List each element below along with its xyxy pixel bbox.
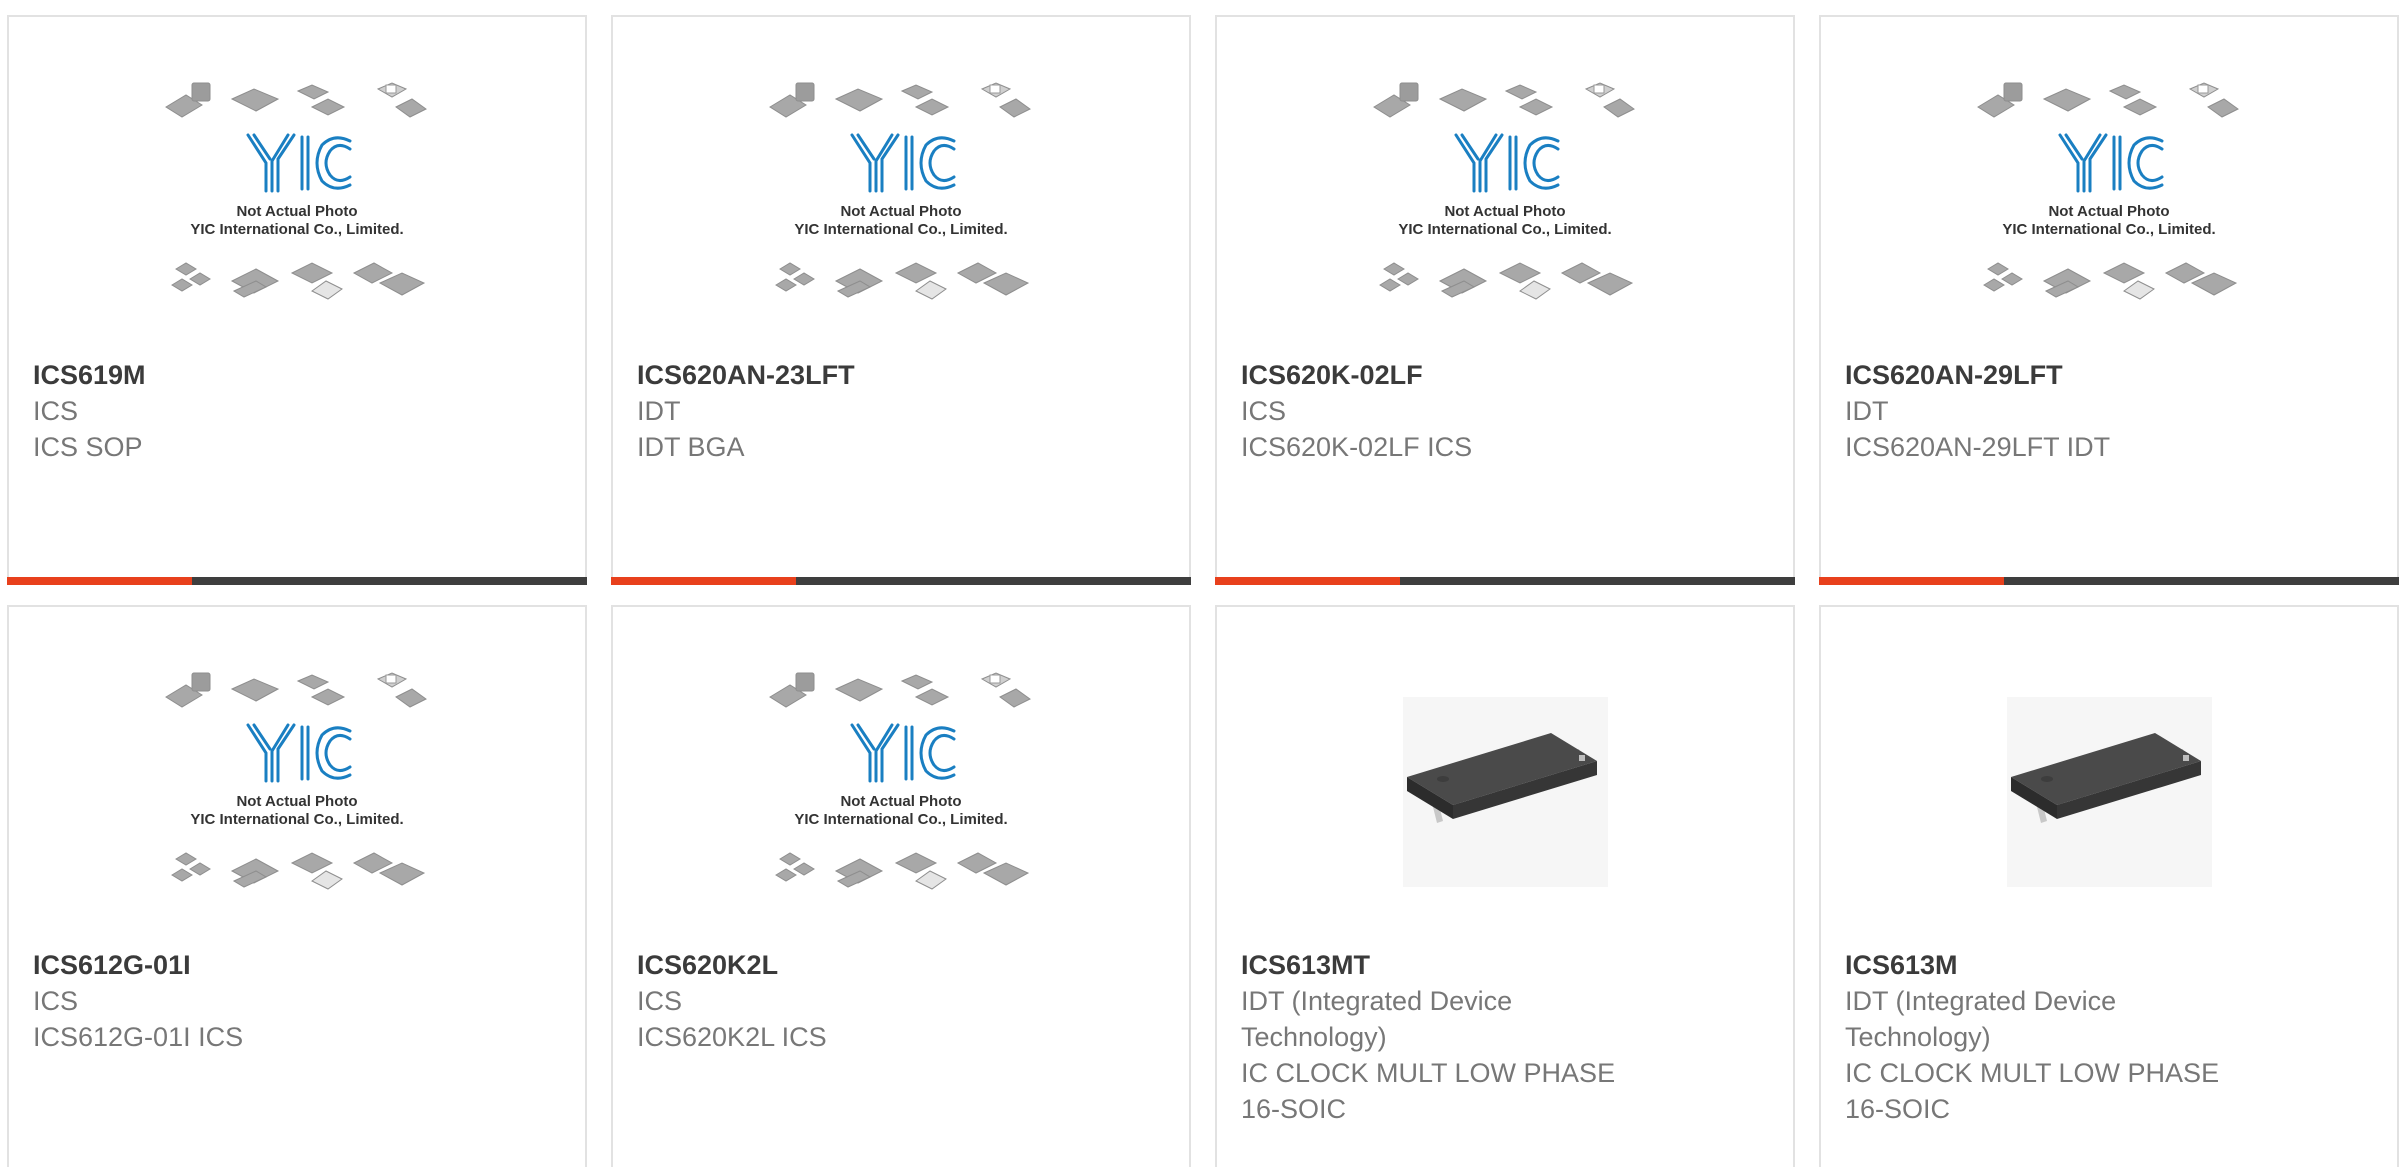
part-number-link[interactable]: ICS613MT: [1241, 947, 1661, 983]
product-card[interactable]: ICS613M IDT (Integrated Device Technology…: [1819, 605, 2399, 1167]
product-image[interactable]: Not Actual Photo YIC International Co., …: [613, 77, 1189, 347]
placeholder-caption-line2: YIC International Co., Limited.: [190, 811, 403, 828]
placeholder-caption-line2: YIC International Co., Limited.: [190, 221, 403, 238]
placeholder-caption-line2: YIC International Co., Limited.: [794, 221, 1007, 238]
product-image[interactable]: Not Actual Photo YIC International Co., …: [1217, 77, 1793, 347]
placeholder-image-icon: Not Actual Photo YIC International Co., …: [165, 82, 427, 300]
product-card[interactable]: Not Actual Photo YIC International Co., …: [611, 15, 1191, 585]
product-card[interactable]: Not Actual Photo YIC International Co., …: [611, 605, 1191, 1167]
product-card[interactable]: ICS613MT IDT (Integrated Device Technolog…: [1215, 605, 1795, 1167]
description: ICS620AN-29LFT IDT: [1845, 432, 2111, 462]
placeholder-caption-line2: YIC International Co., Limited.: [1398, 221, 1611, 238]
part-number-link[interactable]: ICS620K-02LF: [1241, 357, 1661, 393]
bar-rest: [1400, 577, 1795, 585]
card-accent-bar: [611, 577, 1191, 585]
product-card[interactable]: Not Actual Photo YIC International Co., …: [7, 605, 587, 1167]
product-card[interactable]: Not Actual Photo YIC International Co., …: [1819, 15, 2399, 585]
placeholder-caption-line1: Not Actual Photo: [236, 793, 357, 810]
placeholder-caption-line1: Not Actual Photo: [840, 793, 961, 810]
placeholder-caption-line1: Not Actual Photo: [840, 203, 961, 220]
product-info: ICS619M ICS ICS SOP: [33, 357, 453, 465]
part-number-link[interactable]: ICS620K2L: [637, 947, 1057, 983]
placeholder-caption-line1: Not Actual Photo: [2048, 203, 2169, 220]
product-info: ICS620AN-23LFT IDT IDT BGA: [637, 357, 1057, 465]
manufacturer: IDT: [637, 396, 681, 426]
card-accent-bar: [1819, 577, 2399, 585]
manufacturer: ICS: [1241, 396, 1287, 426]
placeholder-image-icon: Not Actual Photo YIC International Co., …: [1373, 82, 1635, 300]
placeholder-image-icon: Not Actual Photo YIC International Co., …: [769, 82, 1031, 300]
product-image[interactable]: Not Actual Photo YIC International Co., …: [613, 667, 1189, 937]
part-number-link[interactable]: ICS620AN-23LFT: [637, 357, 1057, 393]
product-image[interactable]: Not Actual Photo YIC International Co., …: [1821, 77, 2397, 347]
bar-accent: [1819, 577, 2004, 585]
product-image[interactable]: Not Actual Photo YIC International Co., …: [9, 667, 585, 937]
product-card[interactable]: Not Actual Photo YIC International Co., …: [1215, 15, 1795, 585]
manufacturer: ICS: [637, 986, 683, 1016]
manufacturer: IDT (Integrated Device Technology): [1241, 986, 1513, 1052]
bar-accent: [7, 577, 192, 585]
description: IDT BGA: [637, 432, 745, 462]
product-info: ICS613M IDT (Integrated Device Technology…: [1845, 947, 2265, 1127]
placeholder-image-icon: Not Actual Photo YIC International Co., …: [1977, 82, 2239, 300]
manufacturer: ICS: [33, 986, 79, 1016]
bar-accent: [611, 577, 796, 585]
placeholder-caption-line2: YIC International Co., Limited.: [2002, 221, 2215, 238]
part-number-link[interactable]: ICS613M: [1845, 947, 2265, 983]
placeholder-caption-line2: YIC International Co., Limited.: [794, 811, 1007, 828]
product-info: ICS620K-02LF ICS ICS620K-02LF ICS: [1241, 357, 1661, 465]
manufacturer: IDT: [1845, 396, 1889, 426]
soic-chip-image-icon: [2006, 697, 2212, 887]
bar-rest: [796, 577, 1191, 585]
part-number-link[interactable]: ICS612G-01I: [33, 947, 453, 983]
placeholder-image-icon: Not Actual Photo YIC International Co., …: [165, 672, 427, 890]
description: ICS620K2L ICS: [637, 1022, 827, 1052]
product-info: ICS620AN-29LFT IDT ICS620AN-29LFT IDT: [1845, 357, 2265, 465]
card-accent-bar: [7, 577, 587, 585]
description: ICS620K-02LF ICS: [1241, 432, 1473, 462]
card-accent-bar: [1215, 577, 1795, 585]
placeholder-image-icon: Not Actual Photo YIC International Co., …: [769, 672, 1031, 890]
product-card[interactable]: Not Actual Photo YIC International Co., …: [7, 15, 587, 585]
product-image[interactable]: [1217, 667, 1793, 937]
product-grid: Not Actual Photo YIC International Co., …: [0, 0, 2400, 1167]
placeholder-caption-line1: Not Actual Photo: [236, 203, 357, 220]
product-info: ICS612G-01I ICS ICS612G-01I ICS: [33, 947, 453, 1055]
description: ICS612G-01I ICS: [33, 1022, 244, 1052]
description: ICS SOP: [33, 432, 143, 462]
part-number-link[interactable]: ICS620AN-29LFT: [1845, 357, 2265, 393]
product-image[interactable]: Not Actual Photo YIC International Co., …: [9, 77, 585, 347]
placeholder-caption-line1: Not Actual Photo: [1444, 203, 1565, 220]
manufacturer: IDT (Integrated Device Technology): [1845, 986, 2117, 1052]
product-info: ICS613MT IDT (Integrated Device Technolog…: [1241, 947, 1661, 1127]
description: IC CLOCK MULT LOW PHASE 16-SOIC: [1845, 1058, 2220, 1124]
manufacturer: ICS: [33, 396, 79, 426]
product-info: ICS620K2L ICS ICS620K2L ICS: [637, 947, 1057, 1055]
soic-chip-image-icon: [1402, 697, 1608, 887]
description: IC CLOCK MULT LOW PHASE 16-SOIC: [1241, 1058, 1616, 1124]
bar-rest: [192, 577, 587, 585]
bar-accent: [1215, 577, 1400, 585]
product-image[interactable]: [1821, 667, 2397, 937]
bar-rest: [2004, 577, 2399, 585]
part-number-link[interactable]: ICS619M: [33, 357, 453, 393]
